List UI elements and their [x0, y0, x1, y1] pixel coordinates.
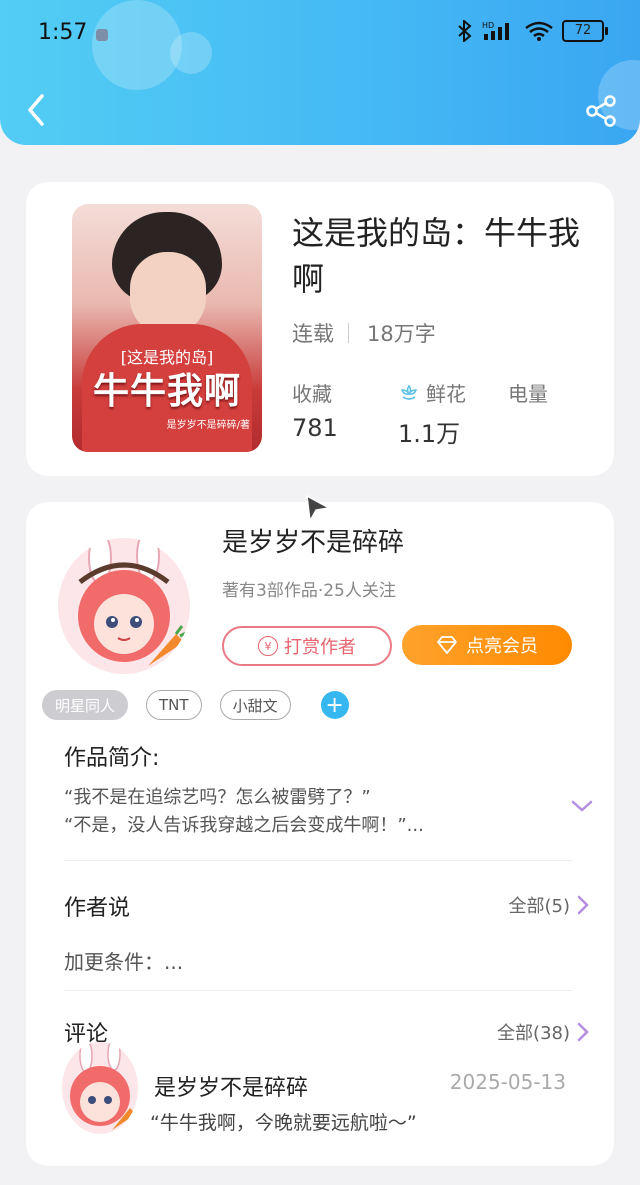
- intro-line: “不是，没人告诉我穿越之后会变成牛啊！”...: [64, 815, 424, 836]
- mouse-cursor-icon: [306, 494, 332, 524]
- book-cover[interactable]: [这是我的岛] 牛牛我啊 是岁岁不是碎碎/著: [72, 204, 262, 452]
- decor-bubble: [92, 0, 182, 90]
- comments-all-label: 全部(38): [497, 1023, 570, 1044]
- tag-item[interactable]: 小甜文: [219, 690, 291, 720]
- book-title: 这是我的岛：牛牛我啊: [292, 214, 581, 298]
- status-time: 1:57: [38, 20, 88, 45]
- stat-flowers[interactable]: 鲜花: [398, 378, 466, 407]
- tag-list: 明星同人 TNT 小甜文 +: [42, 690, 349, 720]
- comment-text[interactable]: “牛牛我啊，今晚就要远航啦～”: [150, 1108, 417, 1135]
- word-count: 18万字: [367, 322, 436, 346]
- details-card: 是岁岁不是碎碎 著有3部作品·25人关注 ¥ 打赏作者 点亮会员 明星同人 TN…: [26, 502, 614, 1166]
- intro-text[interactable]: “我不是在追综艺吗？怎么被雷劈了？” “不是，没人告诉我穿越之后会变成牛啊！”.…: [64, 784, 544, 840]
- author-summary: 著有3部作品·25人关注: [222, 581, 396, 601]
- coin-icon: ¥: [258, 636, 278, 656]
- back-arrow-icon[interactable]: [20, 90, 50, 130]
- comments-all-link[interactable]: 全部(38): [497, 1019, 590, 1045]
- commenter-avatar[interactable]: [62, 1042, 138, 1134]
- status-icons: HD 72: [456, 20, 608, 42]
- book-meta: 连载 18万字: [292, 318, 436, 348]
- tip-author-button[interactable]: ¥ 打赏作者: [222, 626, 392, 666]
- top-header: 1:57 HD 72: [0, 0, 640, 145]
- stat-value-flowers: 1.1万: [398, 420, 461, 448]
- author-says-all-link[interactable]: 全部(5): [509, 892, 591, 918]
- expand-chevron-icon[interactable]: [570, 798, 594, 814]
- author-says-heading: 作者说: [64, 896, 131, 921]
- stat-label-power[interactable]: 电量: [508, 378, 548, 407]
- signal-icon: HD: [482, 21, 509, 40]
- notification-icon: [96, 29, 108, 41]
- decor-bubble: [170, 32, 212, 74]
- meta-divider: [348, 323, 349, 343]
- wifi-icon: [525, 21, 553, 41]
- add-tag-button[interactable]: +: [320, 691, 349, 719]
- divider: [64, 860, 572, 861]
- cover-title: 牛牛我啊: [92, 370, 241, 412]
- svg-text:HD: HD: [482, 21, 494, 30]
- intro-line: “我不是在追综艺吗？怎么被雷劈了？”: [64, 787, 371, 808]
- share-icon[interactable]: [584, 94, 618, 128]
- author-says-text[interactable]: 加更条件：...: [64, 946, 183, 975]
- cover-author: 是岁岁不是碎碎/著: [166, 420, 250, 431]
- battery-indicator: 72: [562, 20, 608, 42]
- author-avatar[interactable]: [58, 538, 190, 674]
- flower-icon: [400, 384, 418, 400]
- vip-label: 点亮会员: [466, 636, 538, 657]
- diamond-icon: [437, 636, 457, 654]
- tag-item[interactable]: TNT: [146, 690, 202, 720]
- light-up-vip-button[interactable]: 点亮会员: [402, 625, 572, 665]
- comment-date: 2025-05-13: [449, 1070, 566, 1094]
- stat-label-flowers: 鲜花: [426, 382, 466, 406]
- stat-value-favorites: 781: [292, 414, 338, 442]
- author-name[interactable]: 是岁岁不是碎碎: [222, 522, 404, 559]
- stat-label-favorites: 收藏: [292, 382, 332, 406]
- intro-heading: 作品简介:: [64, 746, 160, 771]
- tip-author-label: 打赏作者: [284, 637, 356, 658]
- bunny-avatar-illustration: [70, 1042, 136, 1130]
- divider: [64, 990, 572, 991]
- author-says-all-label: 全部(5): [508, 896, 571, 917]
- book-status: 连载: [292, 322, 334, 346]
- chevron-right-icon: [577, 1022, 589, 1042]
- commenter-name[interactable]: 是岁岁不是碎碎: [154, 1070, 308, 1102]
- book-info-card: [这是我的岛] 牛牛我啊 是岁岁不是碎碎/著 这是我的岛：牛牛我啊 连载 18万…: [26, 182, 614, 476]
- chevron-right-icon: [577, 895, 589, 915]
- bluetooth-icon: [458, 20, 472, 42]
- bunny-avatar-illustration: [78, 538, 189, 666]
- tag-item[interactable]: 明星同人: [42, 690, 129, 720]
